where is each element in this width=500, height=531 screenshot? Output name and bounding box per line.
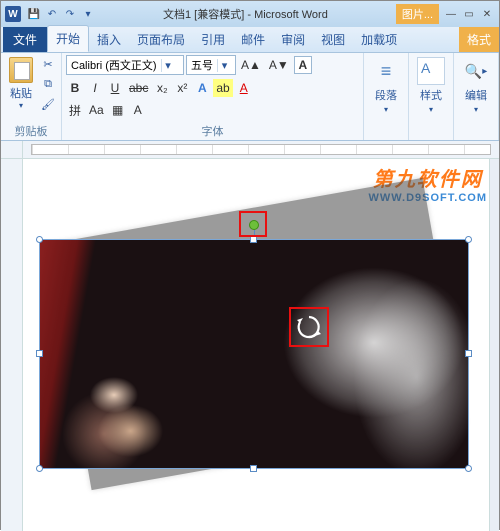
paste-button[interactable]: 粘贴 ▾ (5, 55, 37, 112)
dropdown-icon[interactable]: ▾ (429, 105, 433, 114)
strike-button[interactable]: abc (126, 79, 151, 97)
qat-more-icon[interactable]: ▾ (81, 7, 95, 21)
clear-format-button[interactable]: A (294, 56, 312, 74)
dropdown-icon[interactable]: ▾ (474, 105, 478, 114)
cut-button[interactable]: ✂ (39, 55, 57, 73)
close-button[interactable]: ✕ (479, 7, 495, 21)
superscript-button[interactable]: x² (173, 79, 191, 97)
tab-references[interactable]: 引用 (193, 27, 233, 52)
vertical-ruler[interactable] (1, 159, 23, 531)
annotation-rotation-handle (239, 211, 267, 237)
qat-save-icon[interactable]: 💾 (27, 7, 41, 21)
image-selection-box (39, 239, 469, 469)
highlight-button[interactable]: ab (213, 79, 232, 97)
file-tab[interactable]: 文件 (3, 27, 47, 52)
paragraph-icon: ≡ (372, 57, 400, 85)
tab-layout[interactable]: 页面布局 (129, 27, 193, 52)
group-label-font: 字体 (66, 121, 359, 140)
font-size-combo[interactable]: 五号▾ (186, 55, 236, 75)
contextual-tab-header: 图片... (396, 4, 439, 24)
editing-button[interactable]: 🔍▸ 编辑 ▾ (458, 55, 494, 116)
change-case-button[interactable]: Aa (86, 101, 107, 119)
underline-button[interactable]: U (106, 79, 124, 97)
word-app-icon: W (5, 6, 21, 22)
bold-button[interactable]: B (66, 79, 84, 97)
phonetic-button[interactable]: 拼 (66, 101, 84, 119)
minimize-button[interactable]: — (443, 7, 459, 21)
shrink-font-button[interactable]: A▼ (266, 56, 292, 74)
paragraph-button[interactable]: ≡ 段落 ▾ (368, 55, 404, 116)
char-bg-button[interactable]: A (129, 101, 147, 119)
format-painter-button[interactable]: 🖌 (39, 95, 57, 113)
char-border-button[interactable]: ▦ (109, 101, 127, 119)
grow-font-button[interactable]: A▲ (238, 56, 264, 74)
maximize-button[interactable]: ▭ (461, 7, 477, 21)
font-color-button[interactable]: A (235, 79, 253, 97)
qat-redo-icon[interactable]: ↷ (63, 7, 77, 21)
text-effects-button[interactable]: A (193, 79, 211, 97)
styles-icon (417, 57, 445, 85)
subscript-button[interactable]: x₂ (153, 79, 171, 97)
styles-button[interactable]: 样式 ▾ (413, 55, 449, 116)
tab-addins[interactable]: 加载项 (353, 27, 405, 52)
tab-home[interactable]: 开始 (47, 25, 89, 52)
window-title: 文档1 [兼容模式] - Microsoft Word (95, 6, 396, 22)
tab-picture-format[interactable]: 格式 (459, 27, 499, 52)
dropdown-icon[interactable]: ▾ (19, 101, 23, 110)
vertical-scrollbar[interactable] (489, 159, 499, 531)
document-page[interactable]: 第九软件网 WWW.D9SOFT.COM (23, 159, 499, 531)
italic-button[interactable]: I (86, 79, 104, 97)
font-name-combo[interactable]: Calibri (西文正文)▾ (66, 55, 184, 75)
tab-mailings[interactable]: 邮件 (233, 27, 273, 52)
dropdown-icon[interactable]: ▾ (217, 59, 231, 72)
qat-undo-icon[interactable]: ↶ (45, 7, 59, 21)
tab-insert[interactable]: 插入 (89, 27, 129, 52)
tab-view[interactable]: 视图 (313, 27, 353, 52)
paste-icon (9, 57, 33, 83)
horizontal-ruler[interactable] (1, 141, 499, 159)
dropdown-icon[interactable]: ▾ (161, 59, 175, 72)
copy-button[interactable]: ⧉ (39, 75, 57, 93)
tab-review[interactable]: 审阅 (273, 27, 313, 52)
dropdown-icon[interactable]: ▾ (384, 105, 388, 114)
group-label-clipboard: 剪贴板 (5, 121, 57, 140)
rotate-cursor-icon (295, 313, 323, 341)
find-icon: 🔍▸ (462, 57, 490, 85)
